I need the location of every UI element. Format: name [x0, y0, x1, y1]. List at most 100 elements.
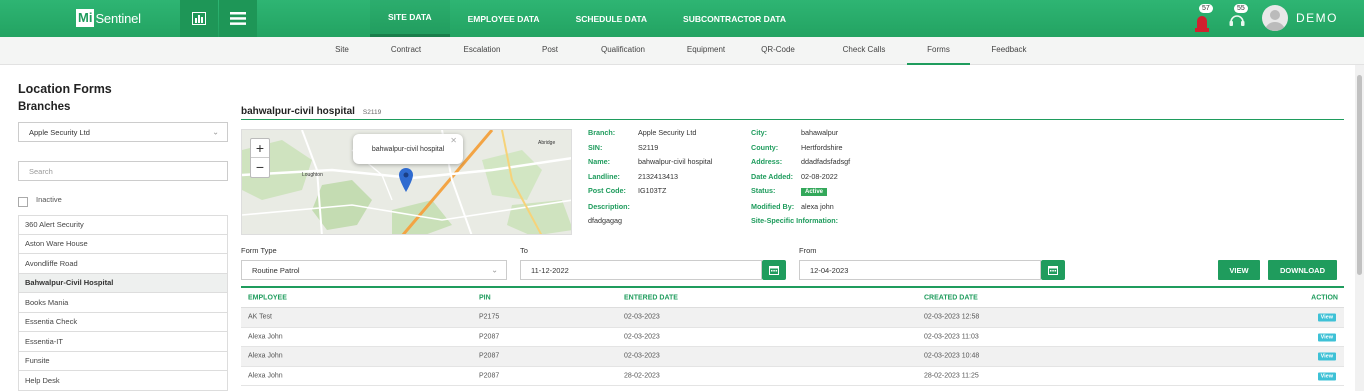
top-nav-employee-data[interactable]: EMPLOYEE DATA	[450, 0, 558, 37]
branch-item[interactable]: Aston Ware House	[18, 234, 228, 254]
info-label: Name:	[588, 157, 610, 166]
tab-post[interactable]: Post	[532, 37, 568, 65]
table-row: Alexa John P2087 28-02-2023 28-02-2023 1…	[241, 367, 1344, 386]
headset-icon[interactable]	[1228, 12, 1246, 34]
row-view-button[interactable]: View	[1317, 313, 1336, 322]
table-header: EMPLOYEE PIN ENTERED DATE CREATED DATE A…	[241, 288, 1344, 308]
view-button[interactable]: VIEW	[1218, 260, 1260, 280]
tab-forms[interactable]: Forms	[907, 37, 970, 65]
logo[interactable]: Mi Sentinel	[76, 8, 141, 28]
info-value: bahawalpur	[801, 128, 839, 137]
map-zoom-control: + −	[250, 138, 270, 178]
branch-item[interactable]: Help Desk	[18, 371, 228, 391]
tab-site[interactable]: Site	[322, 37, 362, 65]
info-value: bahwalpur-civil hospital	[638, 157, 713, 166]
info-label: Status:	[751, 186, 776, 195]
map-marker-icon[interactable]	[399, 168, 413, 197]
cell-pin: P2175	[479, 313, 500, 321]
info-label: Post Code:	[588, 186, 626, 195]
col-employee[interactable]: EMPLOYEE	[248, 294, 287, 301]
info-value: Apple Security Ltd	[638, 128, 697, 137]
branch-item[interactable]: Essentia-IT	[18, 332, 228, 352]
branch-item[interactable]: Avondliffe Road	[18, 254, 228, 274]
branch-item[interactable]: Funsite	[18, 351, 228, 371]
tab-qualification[interactable]: Qualification	[592, 37, 654, 65]
inactive-checkbox[interactable]: Inactive	[18, 191, 62, 207]
inactive-checkbox-box[interactable]	[18, 197, 28, 207]
branch-item[interactable]: Books Mania	[18, 293, 228, 313]
site-map[interactable]: Loughton Abridge + − bahwalpur-civil hos…	[241, 129, 572, 235]
form-type-select[interactable]: Routine Patrol ⌄	[241, 260, 507, 280]
to-date-input[interactable]: 11-12-2022	[520, 260, 762, 280]
zoom-out-button[interactable]: −	[251, 158, 269, 177]
from-date-label: From	[799, 246, 817, 255]
branch-select-value: Apple Security Ltd	[29, 127, 90, 137]
map-label-abridge: Abridge	[538, 140, 556, 146]
logo-mi: Mi	[76, 9, 95, 27]
branch-item[interactable]: 360 Alert Security	[18, 215, 228, 235]
info-label: Description:	[588, 202, 630, 211]
info-label: SIN:	[588, 143, 603, 152]
top-nav-schedule-data[interactable]: SCHEDULE DATA	[558, 0, 665, 37]
tab-feedback[interactable]: Feedback	[982, 37, 1036, 65]
tab-escalation[interactable]: Escalation	[452, 37, 512, 65]
zoom-in-button[interactable]: +	[251, 139, 269, 158]
calendar-icon[interactable]	[762, 260, 786, 280]
col-pin[interactable]: PIN	[479, 294, 491, 301]
branch-item[interactable]: Essentia Check	[18, 312, 228, 332]
logo-text: Sentinel	[95, 10, 141, 26]
alarm-icon[interactable]	[1194, 12, 1210, 37]
col-action: ACTION	[1311, 294, 1338, 301]
user-name[interactable]: DEMO	[1296, 11, 1338, 25]
col-entered-date[interactable]: ENTERED DATE	[624, 294, 678, 301]
map-label-loughton: Loughton	[302, 172, 323, 178]
scrollbar-thumb[interactable]	[1357, 75, 1362, 275]
site-code: S2119	[362, 109, 382, 116]
info-value: IG103TZ	[638, 186, 667, 195]
to-date-label: To	[520, 246, 528, 255]
branch-search-input[interactable]: Search	[18, 161, 228, 181]
from-date-input[interactable]: 12-04-2023	[799, 260, 1041, 280]
cell-employee: AK Test	[248, 313, 272, 321]
info-label: City:	[751, 128, 767, 137]
tab-contract[interactable]: Contract	[382, 37, 430, 65]
cell-entered: 02-03-2023	[624, 352, 660, 360]
row-view-button[interactable]: View	[1317, 352, 1336, 361]
cell-employee: Alexa John	[248, 372, 283, 380]
cell-pin: P2087	[479, 333, 500, 341]
top-nav-site-data[interactable]: SITE DATA	[370, 0, 450, 37]
row-view-button[interactable]: View	[1317, 372, 1336, 381]
info-label: Modified By:	[751, 202, 795, 211]
tab-equipment[interactable]: Equipment	[678, 37, 734, 65]
branch-item-selected[interactable]: Bahwalpur-Civil Hospital	[18, 273, 228, 293]
top-nav-subcontractor-data[interactable]: SUBCONTRACTOR DATA	[665, 0, 804, 37]
info-value: ddadfadsfadsgf	[801, 157, 851, 166]
info-label: County:	[751, 143, 779, 152]
divider	[241, 119, 1344, 120]
avatar[interactable]	[1262, 5, 1288, 31]
info-label: Address:	[751, 157, 783, 166]
chevron-down-icon: ⌄	[212, 127, 219, 137]
chart-icon[interactable]	[180, 0, 218, 37]
info-label: Landline:	[588, 172, 620, 181]
download-button[interactable]: DOWNLOAD	[1268, 260, 1337, 280]
cell-pin: P2087	[479, 372, 500, 380]
branch-select[interactable]: Apple Security Ltd ⌄	[18, 122, 228, 142]
close-icon[interactable]: ✕	[450, 136, 457, 145]
info-value: S2119	[638, 143, 659, 152]
calendar-icon[interactable]	[1041, 260, 1065, 280]
row-view-button[interactable]: View	[1317, 333, 1336, 342]
top-nav: SITE DATA EMPLOYEE DATA SCHEDULE DATA SU…	[370, 0, 804, 37]
branches-heading: Branches	[18, 101, 71, 113]
col-created-date[interactable]: CREATED DATE	[924, 294, 978, 301]
site-name: bahwalpur-civil hospital	[241, 106, 355, 117]
info-value: 2132413413	[638, 172, 678, 181]
cell-entered: 02-03-2023	[624, 333, 660, 341]
tab-check-calls[interactable]: Check Calls	[830, 37, 898, 65]
form-type-value: Routine Patrol	[252, 265, 300, 275]
tab-qr-code[interactable]: QR-Code	[750, 37, 806, 65]
description-text: dfadgagag	[588, 216, 622, 225]
menu-icon[interactable]	[219, 0, 257, 37]
map-popup: bahwalpur-civil hospital ✕	[353, 134, 463, 164]
alerts-count-badge: 57	[1199, 4, 1213, 13]
